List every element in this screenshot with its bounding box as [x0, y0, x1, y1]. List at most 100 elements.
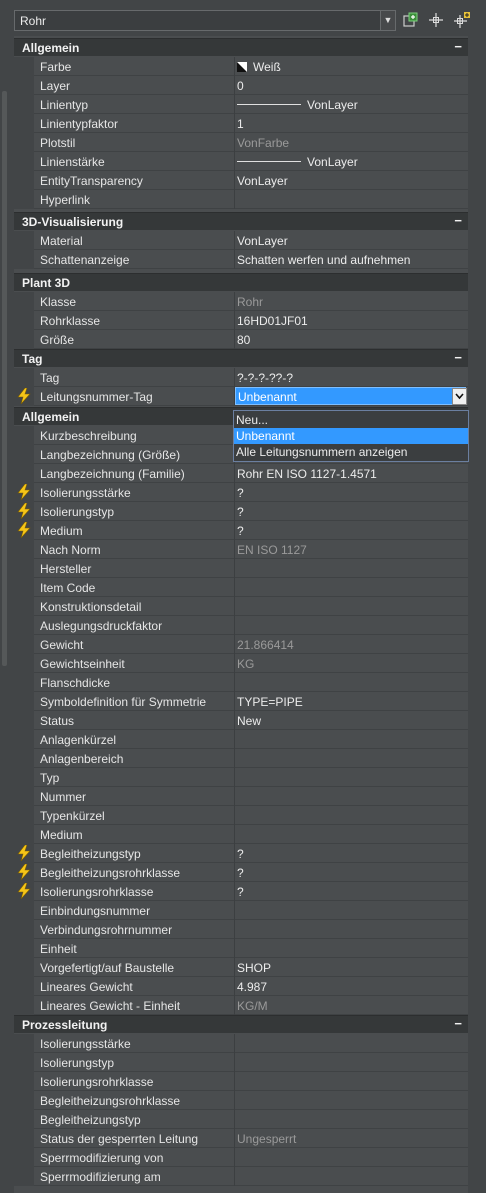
property-row[interactable]: Lineares Gewicht - Einheit KG/M [14, 996, 468, 1015]
property-row[interactable]: Medium [14, 825, 468, 844]
property-row[interactable]: Isolierungsrohrklasse [14, 1072, 468, 1091]
property-row[interactable]: Größe 80 [14, 330, 468, 349]
section-header-vis3d[interactable]: 3D-Visualisierung − [14, 212, 468, 230]
property-row[interactable]: Begleitheizungsrohrklasse [14, 1091, 468, 1110]
property-value[interactable]: ? [237, 885, 465, 899]
property-value[interactable]: Schatten werfen und aufnehmen [237, 253, 465, 267]
property-value[interactable]: SHOP [237, 961, 465, 975]
section-header-prozess[interactable]: Prozessleitung − [14, 1015, 468, 1033]
object-type-select[interactable]: Rohr ▼ [14, 10, 396, 31]
chevron-down-icon[interactable] [452, 388, 467, 405]
property-row[interactable]: Rohrklasse 16HD01JF01 [14, 311, 468, 330]
property-row[interactable]: Linienstärke VonLayer [14, 152, 468, 171]
line-number-combo[interactable]: Unbenannt [235, 387, 466, 405]
property-row[interactable]: Gewichtseinheit KG [14, 654, 468, 673]
property-value[interactable]: 4.987 [237, 980, 465, 994]
property-row[interactable]: Gewicht 21.866414 [14, 635, 468, 654]
property-row[interactable]: Einbindungsnummer [14, 901, 468, 920]
property-row[interactable]: EntityTransparency VonLayer [14, 171, 468, 190]
property-value[interactable]: VonLayer [237, 98, 465, 112]
property-row[interactable]: Leitungsnummer-Tag Unbenannt [14, 387, 468, 406]
property-row[interactable]: Einheit [14, 939, 468, 958]
property-value[interactable]: ? [237, 847, 465, 861]
property-row[interactable]: Begleitheizungstyp? [14, 844, 468, 863]
property-row[interactable]: Anlagenbereich [14, 749, 468, 768]
scrollbar-thumb[interactable] [2, 91, 7, 666]
property-row[interactable]: Klasse Rohr [14, 292, 468, 311]
quick-select-icon[interactable] [402, 11, 420, 29]
property-row[interactable]: Typ [14, 768, 468, 787]
property-row[interactable]: Auslegungsdruckfaktor [14, 616, 468, 635]
collapse-icon[interactable]: − [454, 213, 462, 228]
property-row[interactable]: Hyperlink [14, 190, 468, 209]
property-value[interactable]: ? [237, 524, 465, 538]
collapse-icon[interactable]: − [454, 39, 462, 54]
property-value[interactable]: 80 [237, 333, 465, 347]
property-row[interactable]: Verbindungsrohrnummer [14, 920, 468, 939]
property-row[interactable]: Isolierungsrohrklasse? [14, 882, 468, 901]
property-row[interactable]: Anlagenkürzel [14, 730, 468, 749]
property-row[interactable]: Konstruktionsdetail [14, 597, 468, 616]
property-row[interactable]: Nummer [14, 787, 468, 806]
property-row[interactable]: Medium? [14, 521, 468, 540]
property-row[interactable]: Typenkürzel [14, 806, 468, 825]
property-row[interactable]: Hersteller [14, 559, 468, 578]
line-number-dropdown-list[interactable]: Neu... Unbenannt Alle Leitungsnummern an… [233, 410, 469, 462]
property-value[interactable]: VonLayer [237, 155, 465, 169]
property-value[interactable]: ? [237, 505, 465, 519]
property-row[interactable]: Isolierungstyp? [14, 502, 468, 521]
property-row[interactable]: Vorgefertigt/auf Baustelle SHOP [14, 958, 468, 977]
property-row[interactable]: Status New [14, 711, 468, 730]
property-row[interactable]: Nach Norm EN ISO 1127 [14, 540, 468, 559]
property-value[interactable]: 0 [237, 79, 465, 93]
property-row[interactable]: Begleitheizungstyp [14, 1110, 468, 1129]
property-value[interactable]: Rohr [237, 295, 465, 309]
dropdown-option-show-all[interactable]: Alle Leitungsnummern anzeigen [234, 444, 468, 460]
property-value[interactable]: KG [237, 657, 465, 671]
property-value[interactable]: Weiß [237, 60, 465, 74]
property-row[interactable]: Farbe Weiß [14, 57, 468, 76]
property-row[interactable]: Linientyp VonLayer [14, 95, 468, 114]
property-value[interactable]: New [237, 714, 465, 728]
property-value[interactable]: Ungesperrt [237, 1132, 465, 1146]
property-value[interactable]: VonLayer [237, 234, 465, 248]
property-value[interactable]: TYPE=PIPE [237, 695, 465, 709]
collapse-icon[interactable]: − [454, 350, 462, 365]
property-value[interactable]: 1 [237, 117, 465, 131]
property-value[interactable]: VonFarbe [237, 136, 465, 150]
property-row[interactable]: Item Code [14, 578, 468, 597]
property-value[interactable]: VonLayer [237, 174, 465, 188]
select-objects-icon[interactable] [427, 11, 445, 29]
property-row[interactable]: Plotstil VonFarbe [14, 133, 468, 152]
property-row[interactable]: Isolierungsstärke? [14, 483, 468, 502]
property-value[interactable]: ?-?-?-??-? [237, 371, 465, 385]
chevron-down-icon[interactable]: ▼ [380, 11, 395, 30]
property-row[interactable]: Material VonLayer [14, 231, 468, 250]
property-value[interactable]: 21.866414 [237, 638, 465, 652]
section-header-allgemein[interactable]: Allgemein − [14, 38, 468, 56]
property-row[interactable]: Symboldefinition für Symmetrie TYPE=PIPE [14, 692, 468, 711]
property-row[interactable]: Layer 0 [14, 76, 468, 95]
property-value[interactable]: ? [237, 866, 465, 880]
section-header-plant3d[interactable]: Plant 3D [14, 273, 468, 291]
property-row[interactable]: Lineares Gewicht 4.987 [14, 977, 468, 996]
section-header-tag[interactable]: Tag − [14, 349, 468, 367]
property-row[interactable]: Sperrmodifizierung am [14, 1167, 468, 1186]
property-row[interactable]: Schattenanzeige Schatten werfen und aufne… [14, 250, 468, 269]
property-value[interactable]: EN ISO 1127 [237, 543, 465, 557]
property-row[interactable]: Begleitheizungsrohrklasse? [14, 863, 468, 882]
property-value[interactable]: 16HD01JF01 [237, 314, 465, 328]
property-row[interactable]: Status der gesperrten Leitung Ungesperrt [14, 1129, 468, 1148]
property-row[interactable]: Tag ?-?-?-??-? [14, 368, 468, 387]
toggle-pickadd-icon[interactable] [453, 11, 471, 29]
property-row[interactable]: Linientypfaktor 1 [14, 114, 468, 133]
dropdown-option-new[interactable]: Neu... [234, 412, 468, 428]
property-row[interactable]: Flanschdicke [14, 673, 468, 692]
property-row[interactable]: Langbezeichnung (Familie) Rohr EN ISO 112… [14, 464, 468, 483]
property-value[interactable]: ? [237, 486, 465, 500]
dropdown-option-unbenannt[interactable]: Unbenannt [234, 428, 468, 444]
property-row[interactable]: Isolierungsstärke [14, 1034, 468, 1053]
property-row[interactable]: Isolierungstyp [14, 1053, 468, 1072]
collapse-icon[interactable]: − [454, 1016, 462, 1031]
property-value[interactable]: KG/M [237, 999, 465, 1013]
